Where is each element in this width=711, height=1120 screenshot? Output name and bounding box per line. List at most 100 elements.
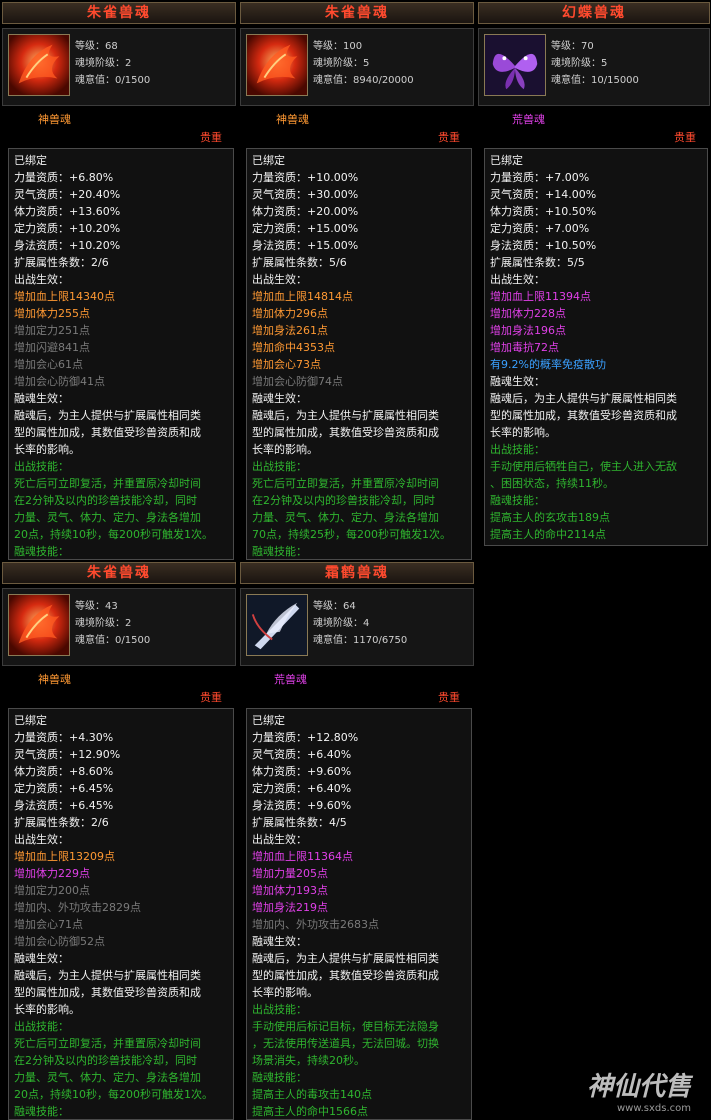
crane-icon[interactable] (246, 594, 308, 656)
attribute-line: 在2分钟及以内的珍兽技能冷却，同时 (14, 494, 197, 507)
soul-card-1: 朱雀兽魂 等级：68 魂境阶级：2 魂意值：0/1500 神兽魂 贵重 已绑定力… (2, 2, 236, 560)
attribute-line: 增加血上限14814点 (252, 290, 353, 303)
attribute-line: 增加内、外功攻击2829点 (14, 901, 141, 914)
attribute-line: 增加内、外功攻击2683点 (252, 918, 379, 931)
attribute-line: 体力资质：+9.60% (252, 765, 352, 778)
attribute-line: 出战技能： (14, 460, 69, 473)
attribute-line: 增加会心防御52点 (14, 935, 105, 948)
attribute-line: 型的属性加成，其数值受珍兽资质和成 (490, 409, 677, 422)
zhuque-icon[interactable] (8, 34, 70, 96)
attribute-line: 力量资质：+7.00% (490, 171, 590, 184)
soul-type: 神兽魂 (276, 113, 309, 126)
attribute-line: 出战技能： (252, 1003, 307, 1016)
attribute-line: 融魂后，为主人提供与扩展属性相同类 (490, 392, 677, 405)
attribute-line: 场景消失，持续20秒。 (252, 1054, 365, 1067)
watermark-url: www.sxds.com (616, 1103, 691, 1114)
attribute-line: 长率的影响。 (252, 986, 318, 999)
soul-value-text: 魂意值：10/15000 (551, 75, 639, 86)
attribute-line: 已绑定 (14, 714, 47, 727)
attribute-line: 提高主人的命中1566点 (252, 1105, 368, 1118)
attribute-line: 死亡后可立即复活，并重置原冷却时间 (14, 477, 201, 490)
attribute-line: 已绑定 (490, 154, 523, 167)
attribute-line: 融魂生效： (252, 392, 307, 405)
attribute-line: 型的属性加成，其数值受珍兽资质和成 (14, 426, 201, 439)
attribute-line: 身法资质：+10.20% (14, 239, 121, 252)
card-title: 朱雀兽魂 (2, 2, 236, 24)
attribute-line: 长率的影响。 (14, 443, 80, 456)
attribute-line: 增加体力193点 (252, 884, 328, 897)
attribute-line: 死亡后可立即复活，并重置原冷却时间 (252, 477, 439, 490)
soul-card-2: 朱雀兽魂 等级：100 魂境阶级：5 魂意值：8940/20000 神兽魂 贵重… (240, 2, 474, 560)
attribute-line: 增加体力255点 (14, 307, 90, 320)
attribute-line: 融魂生效： (252, 935, 307, 948)
attribute-line: 力量、灵气、体力、定力、身法各增加 (14, 1071, 201, 1084)
attribute-line: 增加血上限11394点 (490, 290, 591, 303)
attribute-line: 融魂后，为主人提供与扩展属性相同类 (14, 409, 201, 422)
attribute-line: 定力资质：+10.20% (14, 222, 121, 235)
attribute-line: 力量资质：+6.80% (14, 171, 114, 184)
attribute-line: 融魂生效： (14, 952, 69, 965)
soul-type: 荒兽魂 (274, 673, 307, 686)
level-text: 等级：68 (75, 41, 118, 52)
attribute-line: 增加身法219点 (252, 901, 328, 914)
attribute-line: 身法资质：+6.45% (14, 799, 114, 812)
attribute-line: 体力资质：+10.50% (490, 205, 597, 218)
attribute-line: 增加体力296点 (252, 307, 328, 320)
rarity-label: 贵重 (438, 131, 460, 144)
attribute-line: 增加体力229点 (14, 867, 90, 880)
attribute-line: 增加力量205点 (252, 867, 328, 880)
attribute-line: 定力资质：+7.00% (490, 222, 590, 235)
attribute-line: 提高主人的玄攻击189点 (490, 511, 610, 524)
level-text: 等级：100 (313, 41, 363, 52)
soul-card-3: 幻蝶兽魂 等级：70 魂境阶级：5 魂意值：10/15000 荒兽魂 贵重 已绑… (478, 2, 710, 560)
attribute-line: 增加会心71点 (14, 918, 83, 931)
zhuque-icon[interactable] (246, 34, 308, 96)
attribute-line: 扩展属性条数：5/6 (252, 256, 347, 269)
attribute-line: 融魂技能： (14, 545, 69, 558)
attribute-line: 体力资质：+8.60% (14, 765, 114, 778)
attribute-line: 70点，持续25秒，每200秒可触发1次。 (252, 528, 451, 541)
soul-value-text: 魂意值：1170/6750 (313, 635, 408, 646)
attribute-line: 身法资质：+9.60% (252, 799, 352, 812)
attribute-line: 手动使用后标记目标，使目标无法隐身 (252, 1020, 439, 1033)
attribute-line: 力量资质：+4.30% (14, 731, 114, 744)
attribute-panel: 已绑定 力量资质：+10.00% 灵气资质：+30.00% 体力资质：+20.00% 定… (246, 148, 472, 560)
watermark: 神仙代售 www.sxds.com (587, 1066, 691, 1114)
attribute-line: 提高主人的命中2114点 (490, 528, 606, 541)
attribute-line: 、困困状态，持续11秒。 (490, 477, 614, 490)
attribute-line: 在2分钟及以内的珍兽技能冷却，同时 (252, 494, 435, 507)
butterfly-icon[interactable] (484, 34, 546, 96)
soul-value-text: 魂意值：8940/20000 (313, 75, 414, 86)
attribute-line: 出战技能： (252, 460, 307, 473)
attribute-panel: 已绑定 力量资质：+4.30% 灵气资质：+12.90% 体力资质：+8.60% 定力资… (8, 708, 234, 1120)
attribute-line: ，无法使用传送道具，无法回城。切换 (252, 1037, 439, 1050)
attribute-line: 出战生效： (252, 273, 307, 286)
attribute-line: 增加定力200点 (14, 884, 90, 897)
rarity-label: 贵重 (200, 131, 222, 144)
card-title: 朱雀兽魂 (240, 2, 474, 24)
attribute-line: 融魂生效： (490, 375, 545, 388)
attribute-line: 长率的影响。 (490, 426, 556, 439)
attribute-line: 扩展属性条数：2/6 (14, 816, 109, 829)
stage-text: 魂境阶级：2 (75, 618, 132, 629)
attribute-line: 型的属性加成，其数值受珍兽资质和成 (252, 969, 439, 982)
attribute-line: 提高主人的毒攻击140点 (252, 1088, 372, 1101)
attribute-line: 已绑定 (252, 154, 285, 167)
attribute-line: 型的属性加成，其数值受珍兽资质和成 (14, 986, 201, 999)
stage-text: 魂境阶级：4 (313, 618, 370, 629)
attribute-line: 定力资质：+6.40% (252, 782, 352, 795)
attribute-line: 融魂技能： (14, 1105, 69, 1118)
attribute-line: 出战生效： (14, 273, 69, 286)
attribute-line: 扩展属性条数：5/5 (490, 256, 585, 269)
card-header: 等级：70 魂境阶级：5 魂意值：10/15000 (478, 28, 710, 106)
attribute-line: 20点，持续10秒，每200秒可触发1次。 (14, 1088, 213, 1101)
soul-value-text: 魂意值：0/1500 (75, 635, 151, 646)
attribute-line: 身法资质：+15.00% (252, 239, 359, 252)
zhuque-icon[interactable] (8, 594, 70, 656)
attribute-line: 出战生效： (14, 833, 69, 846)
attribute-line: 力量资质：+12.80% (252, 731, 359, 744)
soul-card-4: 朱雀兽魂 等级：43 魂境阶级：2 魂意值：0/1500 神兽魂 贵重 已绑定力… (2, 562, 236, 1120)
soul-value-text: 魂意值：0/1500 (75, 75, 151, 86)
attribute-line: 长率的影响。 (252, 443, 318, 456)
card-title: 霜鹤兽魂 (240, 562, 474, 584)
